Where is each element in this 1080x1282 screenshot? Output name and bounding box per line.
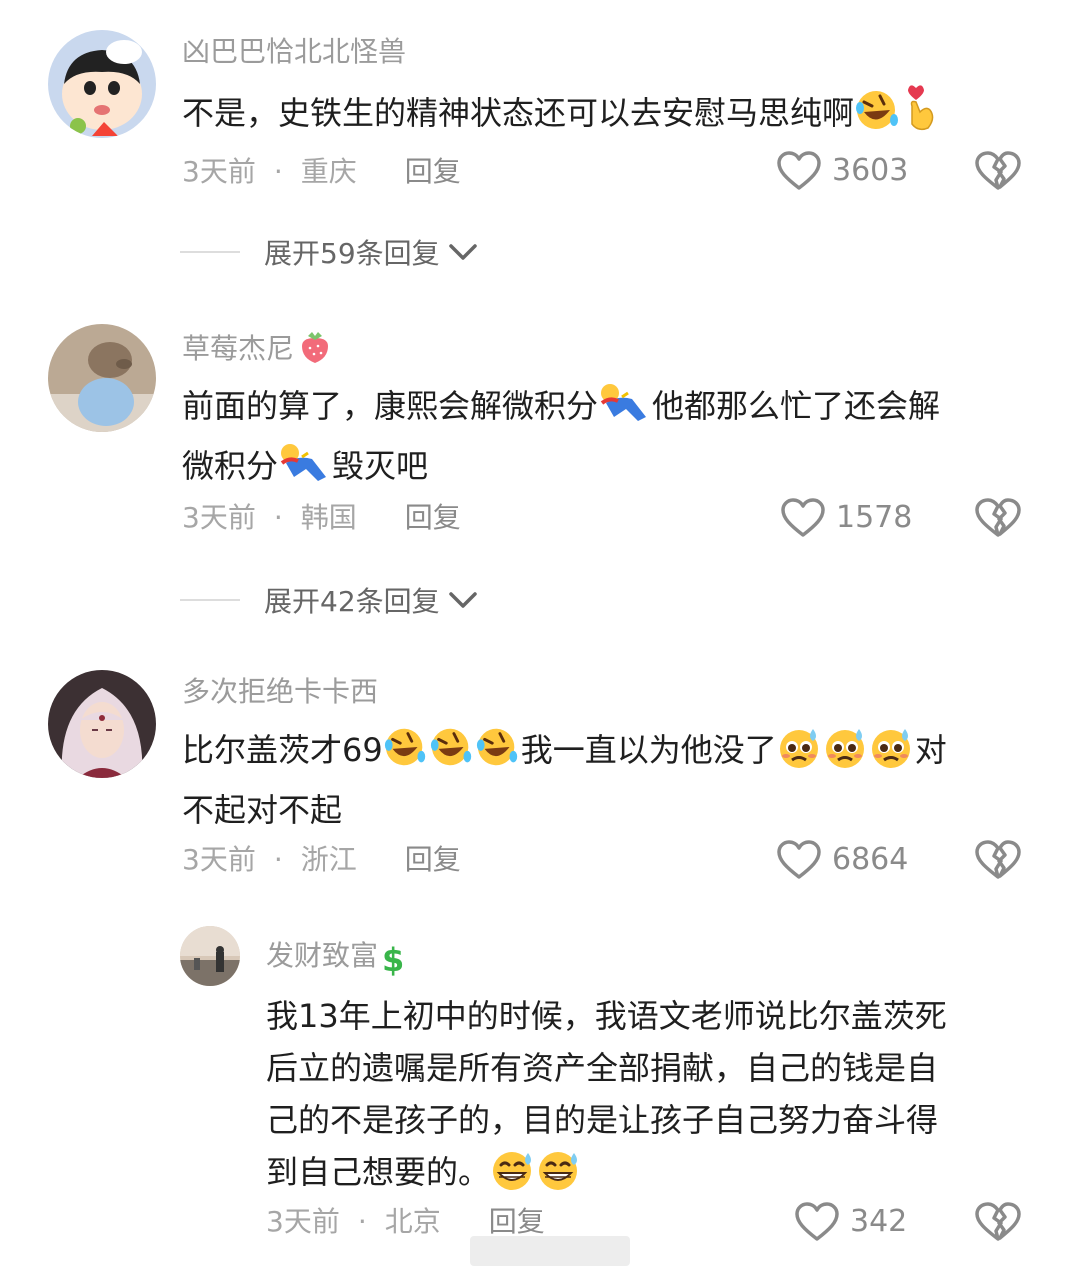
fallen-person-emoji	[278, 441, 332, 500]
comment-text: 比尔盖茨才69 我一直以为他没了对 不起对不起	[182, 724, 1042, 836]
comment-meta: 3天前 · 重庆 回复	[182, 155, 461, 188]
pleading-sweat-emoji	[823, 725, 869, 784]
dislike-button[interactable]	[974, 839, 1022, 885]
reply-button[interactable]: 回复	[489, 1205, 545, 1238]
dollar-emoji: $	[382, 941, 405, 979]
rofl-emoji	[429, 725, 475, 784]
chevron-down-icon	[448, 592, 477, 608]
like-count: 342	[850, 1204, 908, 1239]
like-button[interactable]: 3603	[776, 150, 908, 192]
broken-heart-icon	[975, 151, 1021, 190]
comment-text: 我13年上初中的时候，我语文老师说比尔盖茨死 后立的遗嘱是所有资产全部捐献，自己…	[266, 990, 1046, 1206]
broken-heart-icon	[975, 498, 1021, 537]
comment-meta: 3天前 · 浙江 回复	[182, 843, 461, 876]
dislike-button[interactable]	[974, 150, 1022, 196]
timestamp: 3天前	[182, 501, 256, 534]
username[interactable]: 凶巴巴恰北北怪兽	[182, 34, 406, 70]
timestamp: 3天前	[182, 843, 256, 876]
heart-icon	[795, 1202, 839, 1241]
grin-sweat-emoji	[536, 1147, 582, 1206]
location: 北京	[384, 1205, 441, 1238]
username[interactable]: 多次拒绝卡卡西	[182, 674, 378, 710]
like-count: 6864	[832, 842, 909, 877]
dislike-button[interactable]	[974, 497, 1022, 543]
expand-replies-button[interactable]: 展开42条回复	[180, 580, 478, 620]
like-button[interactable]: 1578	[780, 497, 912, 539]
like-button[interactable]: 342	[794, 1201, 907, 1243]
watermark	[470, 1236, 630, 1266]
strawberry-emoji	[298, 328, 332, 373]
broken-heart-icon	[975, 840, 1021, 879]
avatar[interactable]	[48, 30, 156, 138]
finger-heart-emoji	[902, 84, 938, 147]
chevron-down-icon	[448, 244, 477, 260]
reply-button[interactable]: 回复	[405, 155, 461, 188]
comment-text: 前面的算了，康熙会解微积分 他都那么忙了还会解 微积分 毁灭吧	[182, 380, 1042, 500]
like-count: 3603	[832, 153, 909, 188]
dislike-button[interactable]	[974, 1201, 1022, 1247]
username[interactable]: 草莓杰尼	[182, 328, 332, 373]
username[interactable]: 发财致富 $	[266, 938, 404, 978]
comment-meta: 3天前 · 韩国 回复	[182, 501, 461, 534]
timestamp: 3天前	[266, 1205, 340, 1238]
rofl-emoji	[854, 88, 902, 147]
comment-text: 不是，史铁生的精神状态还可以去安慰马思纯啊	[182, 84, 1042, 147]
heart-icon	[777, 151, 821, 190]
heart-icon	[777, 840, 821, 879]
avatar[interactable]	[180, 926, 240, 986]
avatar[interactable]	[48, 670, 156, 778]
timestamp: 3天前	[182, 155, 256, 188]
avatar[interactable]	[48, 324, 156, 432]
pleading-sweat-emoji	[777, 725, 823, 784]
pleading-sweat-emoji	[869, 725, 915, 784]
heart-icon	[781, 498, 825, 537]
rofl-emoji	[383, 725, 429, 784]
location: 重庆	[300, 155, 357, 188]
reply-button[interactable]: 回复	[405, 501, 461, 534]
fallen-person-emoji	[598, 381, 652, 440]
location: 韩国	[300, 501, 357, 534]
expand-replies-button[interactable]: 展开59条回复	[180, 232, 478, 272]
rofl-emoji	[475, 725, 521, 784]
location: 浙江	[300, 843, 357, 876]
reply-button[interactable]: 回复	[405, 843, 461, 876]
broken-heart-icon	[975, 1202, 1021, 1241]
grin-sweat-emoji	[490, 1147, 536, 1206]
like-count: 1578	[836, 500, 913, 535]
like-button[interactable]: 6864	[776, 839, 908, 881]
